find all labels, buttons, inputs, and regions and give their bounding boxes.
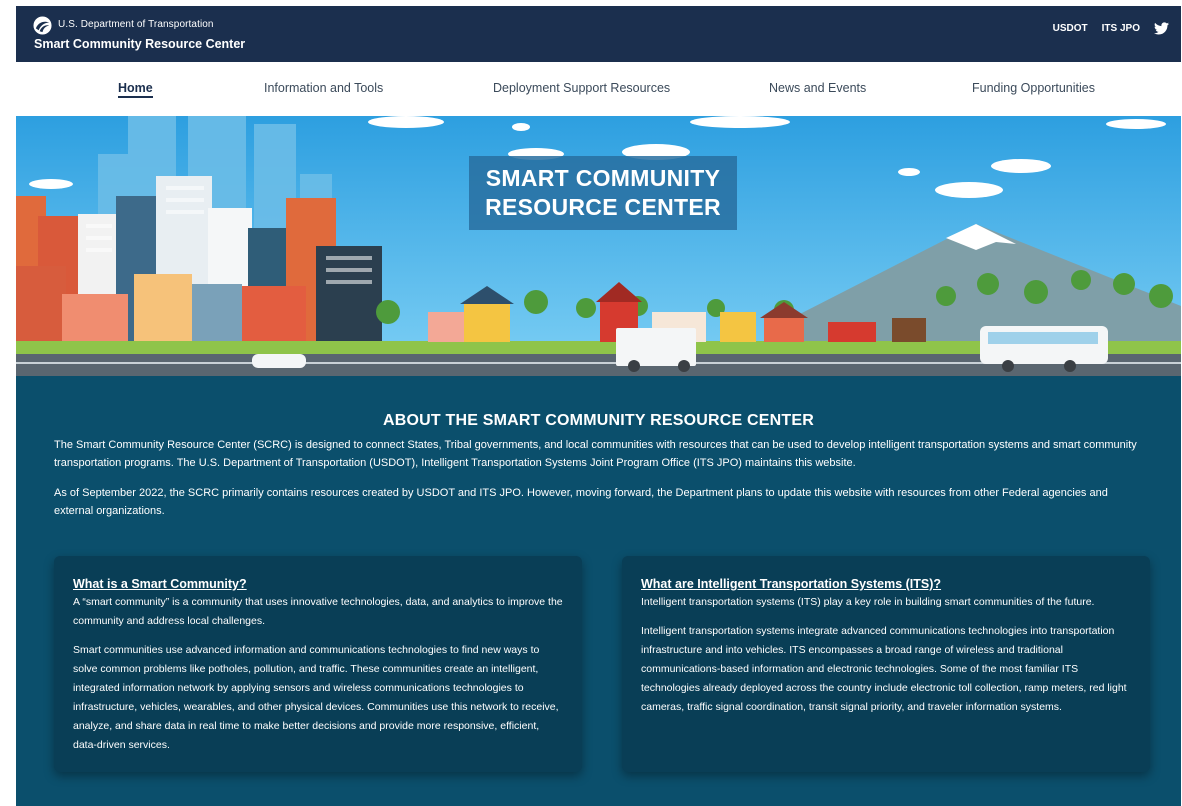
city-illustration xyxy=(16,116,1181,376)
about-paragraph-1: The Smart Community Resource Center (SCR… xyxy=(54,439,1137,469)
site-name[interactable]: Smart Community Resource Center xyxy=(34,37,245,51)
smart-community-card-paragraph-2: Smart communities use advanced informati… xyxy=(73,644,559,751)
hero-title-line-2: RESOURCE CENTER xyxy=(485,194,721,220)
its-card-title[interactable]: What are Intelligent Transportation Syst… xyxy=(641,577,1131,591)
site-header: U.S. Department of Transportation Smart … xyxy=(16,6,1181,62)
about-section: ABOUT THE SMART COMMUNITY RESOURCE CENTE… xyxy=(16,376,1181,806)
about-paragraph-2: As of September 2022, the SCRC primarily… xyxy=(54,487,1108,517)
its-card-paragraph-2: Intelligent transportation systems integ… xyxy=(641,625,1127,713)
its-jpo-link[interactable]: ITS JPO xyxy=(1102,23,1140,34)
hero-title-line-1: SMART COMMUNITY xyxy=(485,165,721,191)
usdot-link[interactable]: USDOT xyxy=(1053,23,1088,34)
nav-item-deployment-support-resources[interactable]: Deployment Support Resources xyxy=(493,81,670,95)
its-card-paragraph-1: Intelligent transportation systems (ITS)… xyxy=(641,596,1095,608)
page: U.S. Department of Transportation Smart … xyxy=(16,6,1181,806)
hero-banner: SMART COMMUNITY RESOURCE CENTER xyxy=(16,116,1181,376)
nav-item-funding-opportunities[interactable]: Funding Opportunities xyxy=(972,81,1095,95)
smart-community-card-paragraph-1: A “smart community” is a community that … xyxy=(73,596,563,627)
smart-community-card: What is a Smart Community? A “smart comm… xyxy=(54,556,582,772)
twitter-icon[interactable] xyxy=(1154,22,1169,35)
nav-item-information-and-tools[interactable]: Information and Tools xyxy=(264,81,383,95)
nav-item-news-and-events[interactable]: News and Events xyxy=(769,81,866,95)
hero-title: SMART COMMUNITY RESOURCE CENTER xyxy=(469,156,737,230)
usdot-logo-icon[interactable] xyxy=(33,16,52,35)
smart-community-card-title[interactable]: What is a Smart Community? xyxy=(73,577,563,591)
department-name: U.S. Department of Transportation xyxy=(58,19,214,30)
its-card: What are Intelligent Transportation Syst… xyxy=(622,556,1150,772)
about-heading: ABOUT THE SMART COMMUNITY RESOURCE CENTE… xyxy=(382,412,815,429)
header-links: USDOT ITS JPO xyxy=(1053,22,1169,35)
nav-item-home[interactable]: Home xyxy=(118,81,153,98)
main-nav: Home Information and Tools Deployment Su… xyxy=(16,62,1181,117)
